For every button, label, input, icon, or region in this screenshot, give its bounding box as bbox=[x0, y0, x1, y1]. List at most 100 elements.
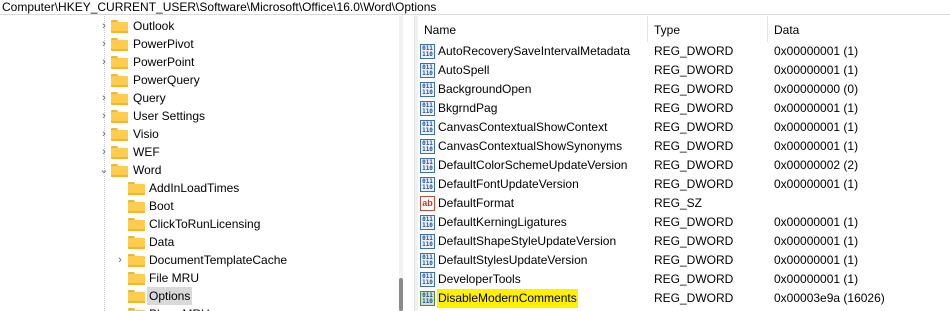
folder-icon bbox=[111, 56, 128, 69]
value-name: DefaultFontUpdateVersion bbox=[438, 177, 579, 191]
tree-item-label: Word bbox=[133, 163, 162, 177]
value-name: AutoRecoverySaveIntervalMetadata bbox=[438, 44, 631, 58]
tree-item[interactable]: › Query bbox=[0, 89, 398, 107]
tree-item[interactable]: Data bbox=[0, 233, 398, 251]
column-header-type[interactable]: Type bbox=[648, 16, 768, 42]
value-row[interactable]: ab DefaultFormat REG_SZ bbox=[418, 194, 950, 213]
tree-item[interactable]: Place MRU bbox=[0, 305, 398, 311]
column-header-name[interactable]: Name bbox=[418, 16, 648, 42]
binary-value-icon: 011 110 bbox=[420, 158, 435, 173]
tree-item-label: ClickToRunLicensing bbox=[149, 217, 261, 231]
value-data: 0x00000001 (1) bbox=[774, 139, 859, 153]
tree-item[interactable]: › PowerPivot bbox=[0, 35, 398, 53]
value-row[interactable]: 011 110 CanvasContextualShowContext REG_DWO… bbox=[418, 118, 950, 137]
tree-item-label: Visio bbox=[133, 127, 159, 141]
tree-item[interactable]: › Visio bbox=[0, 125, 398, 143]
chevron-right-icon[interactable]: › bbox=[99, 143, 109, 161]
value-row[interactable]: 011 110 DefaultFontUpdateVersion REG_DWORD 0… bbox=[418, 175, 950, 194]
chevron-right-icon bbox=[115, 287, 125, 305]
value-data: 0x00000001 (1) bbox=[774, 272, 859, 286]
value-type: REG_DWORD bbox=[654, 291, 734, 305]
values-list[interactable]: Name Type Data 011 110 AutoRecoverySaveInt… bbox=[418, 16, 950, 311]
value-row[interactable]: 011 110 BackgroundOpen REG_DWORD 0x00000000 … bbox=[418, 80, 950, 99]
chevron-right-icon[interactable]: › bbox=[99, 53, 109, 71]
chevron-right-icon[interactable]: › bbox=[99, 89, 109, 107]
value-type: REG_DWORD bbox=[654, 253, 734, 267]
value-type: REG_DWORD bbox=[654, 272, 734, 286]
tree-item[interactable]: AddInLoadTimes bbox=[0, 179, 398, 197]
chevron-right-icon[interactable]: › bbox=[99, 17, 109, 35]
value-name: DefaultColorSchemeUpdateVersion bbox=[438, 158, 628, 172]
value-row[interactable]: 011 110 DefaultColorSchemeUpdateVersion REG… bbox=[418, 156, 950, 175]
chevron-right-icon bbox=[115, 215, 125, 233]
binary-value-icon: 011 110 bbox=[420, 63, 435, 78]
tree-item-label: Boot bbox=[149, 199, 174, 213]
value-row[interactable]: 011 110 AutoSpell REG_DWORD 0x00000001 (1) bbox=[418, 61, 950, 80]
value-row[interactable]: 011 110 DisableModernComments REG_DWORD 0x00… bbox=[418, 289, 950, 308]
tree-item[interactable]: File MRU bbox=[0, 269, 398, 287]
value-row[interactable]: 011 110 AutoRecoverySaveIntervalMetadata RE… bbox=[418, 42, 950, 61]
tree-item[interactable]: › WEF bbox=[0, 143, 398, 161]
value-name: BkgrndPag bbox=[438, 101, 498, 115]
value-data: 0x00000000 (0) bbox=[774, 82, 859, 96]
binary-value-icon: 011 110 bbox=[420, 215, 435, 230]
tree-item-label: Outlook bbox=[133, 19, 175, 33]
address-bar[interactable]: Computer\HKEY_CURRENT_USER\Software\Micr… bbox=[0, 0, 950, 15]
chevron-right-icon[interactable]: › bbox=[99, 107, 109, 125]
binary-value-icon: 011 110 bbox=[420, 82, 435, 97]
binary-value-icon: 011 110 bbox=[420, 44, 435, 59]
value-name: CanvasContextualShowSynonyms bbox=[438, 139, 623, 153]
value-data: 0x00000001 (1) bbox=[774, 44, 859, 58]
folder-icon bbox=[111, 128, 128, 141]
tree-item[interactable]: Options bbox=[0, 287, 398, 305]
tree-item[interactable]: › User Settings bbox=[0, 107, 398, 125]
tree-item[interactable]: PowerQuery bbox=[0, 71, 398, 89]
chevron-right-icon[interactable]: › bbox=[99, 125, 109, 143]
binary-value-icon: 011 110 bbox=[420, 291, 435, 306]
tree-item-label: PowerPoint bbox=[133, 55, 195, 69]
tree-item[interactable]: ⌄ Word bbox=[0, 161, 398, 179]
value-data: 0x00003e9a (16026) bbox=[774, 291, 885, 305]
binary-value-icon: 011 110 bbox=[420, 177, 435, 192]
tree-scrollbar[interactable] bbox=[399, 16, 403, 311]
value-row[interactable]: 011 110 CanvasContextualShowSynonyms REG_DW… bbox=[418, 137, 950, 156]
value-data: 0x00000001 (1) bbox=[774, 101, 859, 115]
value-row[interactable]: 011 110 DefaultKerningLigatures REG_DWORD 0x… bbox=[418, 213, 950, 232]
tree-item[interactable]: › DocumentTemplateCache bbox=[0, 251, 398, 269]
tree-item[interactable]: ClickToRunLicensing bbox=[0, 215, 398, 233]
value-type: REG_DWORD bbox=[654, 101, 734, 115]
value-type: REG_DWORD bbox=[654, 177, 734, 191]
chevron-right-icon[interactable]: › bbox=[99, 35, 109, 53]
chevron-right-icon bbox=[115, 197, 125, 215]
folder-icon bbox=[128, 254, 145, 267]
chevron-right-icon bbox=[115, 233, 125, 251]
folder-icon bbox=[111, 38, 128, 51]
folder-icon bbox=[111, 164, 128, 177]
value-row[interactable]: 011 110 DefaultStylesUpdateVersion REG_DWOR… bbox=[418, 251, 950, 270]
value-data: 0x00000002 (2) bbox=[774, 158, 859, 172]
value-type: REG_DWORD bbox=[654, 139, 734, 153]
value-type: REG_SZ bbox=[654, 196, 703, 210]
value-row[interactable]: 011 110 DefaultShapeStyleUpdateVersion REG_… bbox=[418, 232, 950, 251]
chevron-right-icon[interactable]: › bbox=[115, 251, 125, 269]
tree-item[interactable]: › PowerPoint bbox=[0, 53, 398, 71]
value-row[interactable]: 011 110 BkgrndPag REG_DWORD 0x00000001 (1) bbox=[418, 99, 950, 118]
tree-scrollbar-thumb[interactable] bbox=[399, 278, 403, 311]
tree-item[interactable]: Boot bbox=[0, 197, 398, 215]
folder-icon bbox=[111, 20, 128, 33]
value-row[interactable]: 011 110 DeveloperTools REG_DWORD 0x00000001 … bbox=[418, 270, 950, 289]
chevron-right-icon bbox=[115, 305, 125, 311]
tree-item-label: Data bbox=[149, 235, 175, 249]
chevron-down-icon[interactable]: ⌄ bbox=[99, 161, 109, 179]
tree-item[interactable]: › Outlook bbox=[0, 17, 398, 35]
value-data: 0x00000001 (1) bbox=[774, 120, 859, 134]
folder-icon bbox=[128, 182, 145, 195]
value-type: REG_DWORD bbox=[654, 234, 734, 248]
folder-icon bbox=[128, 200, 145, 213]
registry-key-tree[interactable]: › Outlook › PowerPivot › PowerPoint PowerQuery… bbox=[0, 16, 410, 311]
value-type: REG_DWORD bbox=[654, 158, 734, 172]
list-header: Name Type Data bbox=[418, 16, 950, 42]
column-header-data[interactable]: Data bbox=[768, 16, 950, 42]
string-value-icon: ab bbox=[420, 196, 435, 211]
binary-value-icon: 011 110 bbox=[420, 253, 435, 268]
